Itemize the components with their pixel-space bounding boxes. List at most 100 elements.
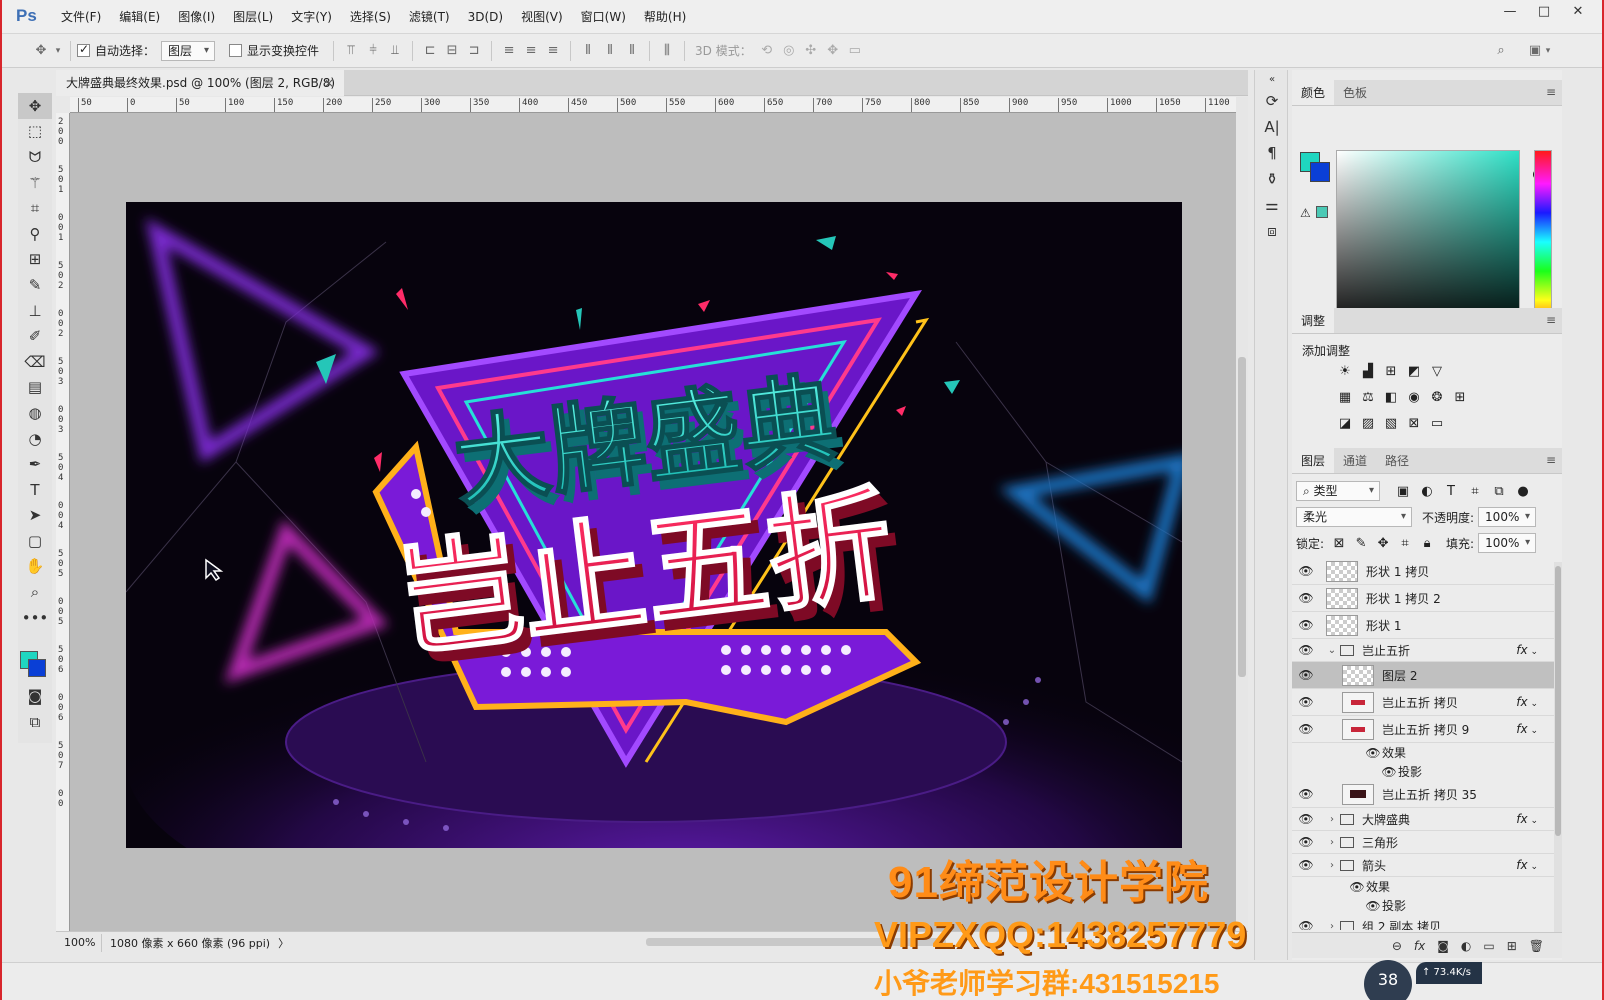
layer-row[interactable]: 👁︎ › 箭头 fx [1292,854,1554,877]
distribute-bottom-icon[interactable]: ≡ [542,41,564,61]
layer-row[interactable]: 👁︎ 岂止五折 拷贝 35 [1292,781,1554,808]
tab-adjustments[interactable]: 调整 [1292,308,1335,333]
floating-bubble[interactable]: 38 [1364,960,1412,1000]
filter-type-icon[interactable]: T [1442,482,1460,500]
blur-tool-icon[interactable]: ◍ [18,400,52,426]
lasso-tool-icon[interactable]: ᗢ [18,144,52,170]
lock-artboard-icon[interactable]: ⌗ [1396,534,1414,552]
history-brush-icon[interactable]: ✐ [18,323,52,349]
menu-filter[interactable]: 滤镜(T) [400,8,459,25]
pen-tool-icon[interactable]: ✒ [18,451,52,477]
properties-icon[interactable]: ⚌ [1255,192,1289,218]
fx-badge-icon[interactable]: fx [1516,722,1538,736]
align-vcenter-icon[interactable]: ⫩ [362,41,384,61]
lock-all-icon[interactable]: 🔒︎ [1418,534,1436,552]
panel-menu-icon[interactable]: ≡ [1546,453,1556,467]
visibility-eye-icon[interactable]: 👁︎ [1292,787,1320,801]
marquee-tool-icon[interactable]: ⬚ [18,119,52,145]
scroll-thumb[interactable] [1238,357,1246,677]
menu-3d[interactable]: 3D(D) [459,10,512,24]
chevron-right-icon[interactable]: › [1326,860,1338,871]
healing-tool-icon[interactable]: ⊞ [18,247,52,273]
zoom-field[interactable]: 100% [56,933,102,952]
align-bottom-icon[interactable]: ⫫ [384,41,406,61]
distribute-top-icon[interactable]: ≡ [498,41,520,61]
artwork-canvas[interactable]: 大牌盛典 大牌盛典 岂止五折 岂止五折 [126,202,1182,848]
tab-paths[interactable]: 路径 [1376,448,1418,473]
menu-window[interactable]: 窗口(W) [572,8,635,25]
chevron-right-icon[interactable]: › [1326,921,1338,931]
close-button[interactable]: ✕ [1562,4,1594,22]
eraser-tool-icon[interactable]: ⌫ [18,349,52,375]
gradient-map-icon[interactable]: ▭ [1428,414,1446,432]
vibrance-icon[interactable]: ▽ [1428,362,1446,380]
layer-effect-row[interactable]: 👁︎ 效果 [1292,743,1554,762]
auto-select-checkbox[interactable] [77,42,90,57]
maximize-button[interactable]: □ [1528,4,1560,22]
auto-align-icon[interactable]: ⫼ [656,41,678,61]
hue-slider[interactable] [1534,150,1552,334]
visibility-eye-icon[interactable]: 👁︎ [1364,746,1382,760]
3d-scale-icon[interactable]: ▭ [844,41,866,61]
layer-row[interactable]: 👁︎ 形状 1 拷贝 [1292,558,1554,585]
layer-row[interactable]: 👁︎ › 三角形 [1292,831,1554,854]
fx-icon[interactable]: fx [1414,939,1425,953]
move-tool-icon[interactable]: ✥ [18,93,52,119]
filter-adjust-icon[interactable]: ◐ [1418,482,1436,500]
curves-icon[interactable]: ⊞ [1382,362,1400,380]
document-tab[interactable]: 大牌盛典最终效果.psd @ 100% (图层 2, RGB/8) × [56,70,344,96]
hue-saturation-icon[interactable]: ▦ [1336,388,1354,406]
eyedropper-tool-icon[interactable]: ⚲ [18,221,52,247]
panel-menu-icon[interactable]: ≡ [1546,313,1556,327]
tab-swatches[interactable]: 色板 [1334,80,1376,105]
brush-tool-icon[interactable]: ✎ [18,272,52,298]
history-icon[interactable]: ⟳ [1255,88,1289,114]
blend-mode-dropdown[interactable]: 柔光 [1296,507,1412,527]
stamp-tool-icon[interactable]: ⊥ [18,298,52,324]
hand-tool-icon[interactable]: ✋ [18,554,52,580]
fx-badge-icon[interactable]: fx [1516,695,1538,709]
shape-tool-icon[interactable]: ▢ [18,528,52,554]
gamut-color-swatch[interactable] [1316,206,1328,218]
canvas-area[interactable]: 大牌盛典 大牌盛典 岂止五折 岂止五折 [70,113,1236,931]
chevron-down-icon[interactable]: ⌄ [1326,645,1338,656]
canvas-vertical-scrollbar[interactable] [1236,97,1248,931]
levels-icon[interactable]: ▟ [1359,362,1377,380]
menu-type[interactable]: 文字(Y) [282,8,341,25]
layer-row[interactable]: 👁︎ › 大牌盛典 fx [1292,808,1554,831]
layer-row[interactable]: 👁︎ 岂止五折 拷贝 9 fx [1292,716,1554,743]
menu-select[interactable]: 选择(S) [341,8,400,25]
layer-row[interactable]: 👁︎ › 组 2 副本 拷贝 [1292,915,1554,930]
lock-position-icon[interactable]: ✥ [1374,534,1392,552]
3d-panel-icon[interactable]: ⧈ [1255,218,1289,244]
exposure-icon[interactable]: ◩ [1405,362,1423,380]
show-transform-checkbox[interactable] [229,44,243,57]
background-color-swatch[interactable] [28,659,46,677]
visibility-eye-icon[interactable]: 👁︎ [1380,765,1398,779]
auto-select-target-dropdown[interactable]: 图层 [161,40,216,61]
visibility-eye-icon[interactable]: 👁︎ [1292,722,1320,736]
layer-row[interactable]: 👁︎ 形状 1 [1292,612,1554,639]
threshold-icon[interactable]: ▧ [1382,414,1400,432]
fx-badge-icon[interactable]: fx [1516,643,1538,657]
color-field[interactable] [1336,150,1544,334]
menu-view[interactable]: 视图(V) [512,8,572,25]
brush-presets-icon[interactable]: ⚱ [1255,166,1289,192]
visibility-eye-icon[interactable]: 👁︎ [1292,919,1320,930]
visibility-eye-icon[interactable]: 👁︎ [1292,643,1320,657]
delete-layer-icon[interactable]: 🗑︎ [1529,939,1544,953]
align-left-icon[interactable]: ⊏ [419,41,441,61]
new-group-icon[interactable]: ▭ [1483,939,1494,953]
path-select-tool-icon[interactable]: ➤ [18,503,52,529]
gamut-warning-icon[interactable]: ⚠ [1300,206,1311,220]
visibility-eye-icon[interactable]: 👁︎ [1364,899,1382,913]
distribute-vcenter-icon[interactable]: ≡ [520,41,542,61]
menu-layer[interactable]: 图层(L) [224,8,282,25]
close-tab-icon[interactable]: × [324,70,334,96]
visibility-eye-icon[interactable]: 👁︎ [1292,564,1320,578]
invert-icon[interactable]: ◪ [1336,414,1354,432]
gradient-tool-icon[interactable]: ▤ [18,375,52,401]
search-icon[interactable]: ⌕ [1490,41,1512,61]
status-menu-arrow[interactable]: 〉 [278,935,289,951]
zoom-tool-icon[interactable]: ⌕ [18,579,52,605]
